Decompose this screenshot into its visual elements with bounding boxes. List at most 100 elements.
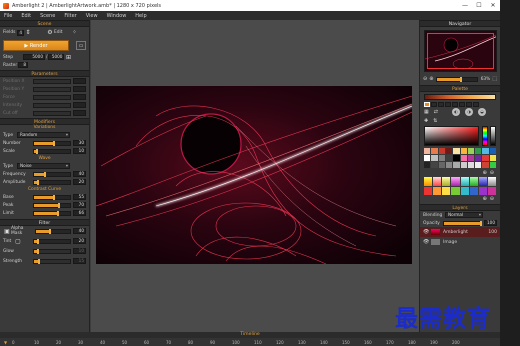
position-y-slider[interactable] [33, 86, 71, 92]
layer-item-amberlight[interactable]: 👁 Amberlight 100 [420, 227, 500, 237]
swatch[interactable] [475, 148, 482, 154]
brightness-knob-icon[interactable]: ◒ [477, 108, 486, 116]
minimize-button[interactable]: — [458, 0, 472, 11]
step-lock-icon[interactable]: ⊞ [64, 53, 72, 61]
gradient-preset[interactable] [433, 186, 442, 195]
cut-off-slider[interactable] [33, 110, 71, 116]
navigator-thumbnail[interactable] [424, 30, 497, 72]
swatch[interactable] [460, 155, 467, 161]
swatch[interactable] [438, 155, 445, 161]
swatch[interactable] [438, 148, 445, 154]
menu-edit[interactable]: Edit [21, 13, 31, 19]
swatch[interactable] [467, 155, 475, 161]
tint-value[interactable]: 20 [73, 238, 86, 244]
menu-filter[interactable]: Filter [64, 13, 76, 19]
color-field[interactable] [424, 126, 480, 146]
zoom-in-icon[interactable]: ⊕ [429, 76, 433, 82]
cut-off-value[interactable] [73, 110, 86, 116]
alpha-mask-slider[interactable] [35, 228, 71, 234]
step-input[interactable]: 5000 [23, 54, 45, 60]
palette-grid-icon[interactable]: ▦ [424, 109, 429, 115]
swatch[interactable] [489, 155, 496, 161]
menu-view[interactable]: View [86, 13, 98, 19]
swatch[interactable] [431, 148, 438, 154]
gradient-preset[interactable] [469, 186, 478, 195]
timeline-ruler[interactable]: ▼ 0 10 20 30 40 50 60 70 80 90 100 110 120 130 140 150 1… [0, 338, 500, 346]
swatch[interactable] [467, 162, 475, 168]
palette-gradient-bar[interactable] [424, 94, 496, 100]
palette-preset-tile[interactable] [452, 102, 458, 107]
gradient-add-icon[interactable]: ⊕ [483, 196, 487, 202]
amplitude-slider[interactable] [33, 179, 71, 185]
swatch[interactable] [445, 162, 453, 168]
fit-window-icon[interactable]: ⬚ [492, 76, 497, 82]
hue-knob-icon[interactable]: ◐ [451, 108, 460, 116]
color-picker[interactable] [424, 126, 496, 146]
brightness-strip[interactable] [490, 126, 496, 146]
peak-slider[interactable] [33, 202, 71, 208]
raster-select[interactable]: 8 [18, 62, 28, 68]
swatch[interactable] [453, 155, 460, 161]
position-x-slider[interactable] [33, 78, 71, 84]
palette-add-icon[interactable]: ✚ [424, 118, 428, 124]
scale-slider[interactable] [33, 148, 71, 154]
tint-slider[interactable] [33, 238, 71, 244]
visibility-eye-icon[interactable]: 👁 [423, 229, 431, 235]
hue-strip[interactable] [482, 126, 489, 146]
edit-label[interactable]: Edit [54, 30, 63, 35]
palette-preset-tile[interactable] [424, 102, 430, 107]
gradient-preset[interactable] [487, 177, 496, 186]
fields-stepper-icon[interactable]: ⇕ [24, 29, 32, 37]
gradient-preset[interactable] [460, 177, 469, 186]
swatch[interactable] [489, 162, 496, 168]
intensity-value[interactable] [73, 102, 86, 108]
timeline-playhead-icon[interactable]: ▼ [4, 340, 12, 345]
palette-preset-tile[interactable] [445, 102, 451, 107]
gradient-preset[interactable] [460, 186, 469, 195]
wave-type-select[interactable]: Noise [17, 163, 70, 169]
strength-slider[interactable] [33, 258, 71, 264]
maximize-button[interactable]: ☐ [472, 0, 486, 11]
swatch[interactable] [424, 155, 431, 161]
swatch[interactable] [460, 162, 467, 168]
number-slider[interactable] [33, 140, 71, 146]
palette-preset-tile[interactable] [438, 102, 444, 107]
tint-color-swatch[interactable]: ▢ [13, 237, 23, 245]
peak-value[interactable]: 70 [73, 202, 86, 208]
gradient-preset[interactable] [478, 186, 487, 195]
edit-gear-icon[interactable]: ⚙ [46, 29, 54, 37]
gradient-preset[interactable] [424, 186, 433, 195]
intensity-slider[interactable] [33, 102, 71, 108]
randomize-icon[interactable]: ⁘ [71, 29, 79, 37]
limit-value[interactable]: 66 [73, 210, 86, 216]
swatch-add-icon[interactable]: ⊕ [483, 170, 487, 176]
swatch[interactable] [445, 148, 453, 154]
swatch[interactable] [489, 148, 496, 154]
swatch[interactable] [424, 162, 431, 168]
render-button[interactable]: ▶ Render [3, 40, 69, 51]
menu-window[interactable]: Window [107, 13, 127, 19]
gradient-preset[interactable] [442, 177, 451, 186]
navigator-viewport-frame[interactable] [427, 33, 494, 69]
limit-slider[interactable] [33, 210, 71, 216]
swatch[interactable] [431, 155, 438, 161]
palette-preset-tile[interactable] [431, 102, 437, 107]
visibility-eye-icon[interactable]: 👁 [423, 239, 431, 245]
frequency-value[interactable]: 40 [73, 171, 86, 177]
opacity-slider[interactable] [443, 220, 482, 226]
swatch[interactable] [467, 148, 475, 154]
menu-scene[interactable]: Scene [40, 13, 55, 19]
glow-slider[interactable] [33, 248, 71, 254]
gradient-preset[interactable] [451, 177, 460, 186]
gradient-preset[interactable] [478, 177, 487, 186]
swatch-remove-icon[interactable]: ⊖ [490, 170, 494, 176]
zoom-slider[interactable] [436, 76, 478, 82]
palette-reverse-icon[interactable]: ⇄ [434, 109, 438, 115]
opacity-value[interactable]: 100 [484, 220, 497, 226]
gradient-preset[interactable] [487, 186, 496, 195]
zoom-out-icon[interactable]: ⊖ [423, 76, 427, 82]
render-canvas[interactable] [96, 86, 412, 264]
amplitude-value[interactable]: 20 [73, 179, 86, 185]
swatch[interactable] [475, 155, 482, 161]
zoom-value[interactable]: 63% [481, 77, 491, 82]
